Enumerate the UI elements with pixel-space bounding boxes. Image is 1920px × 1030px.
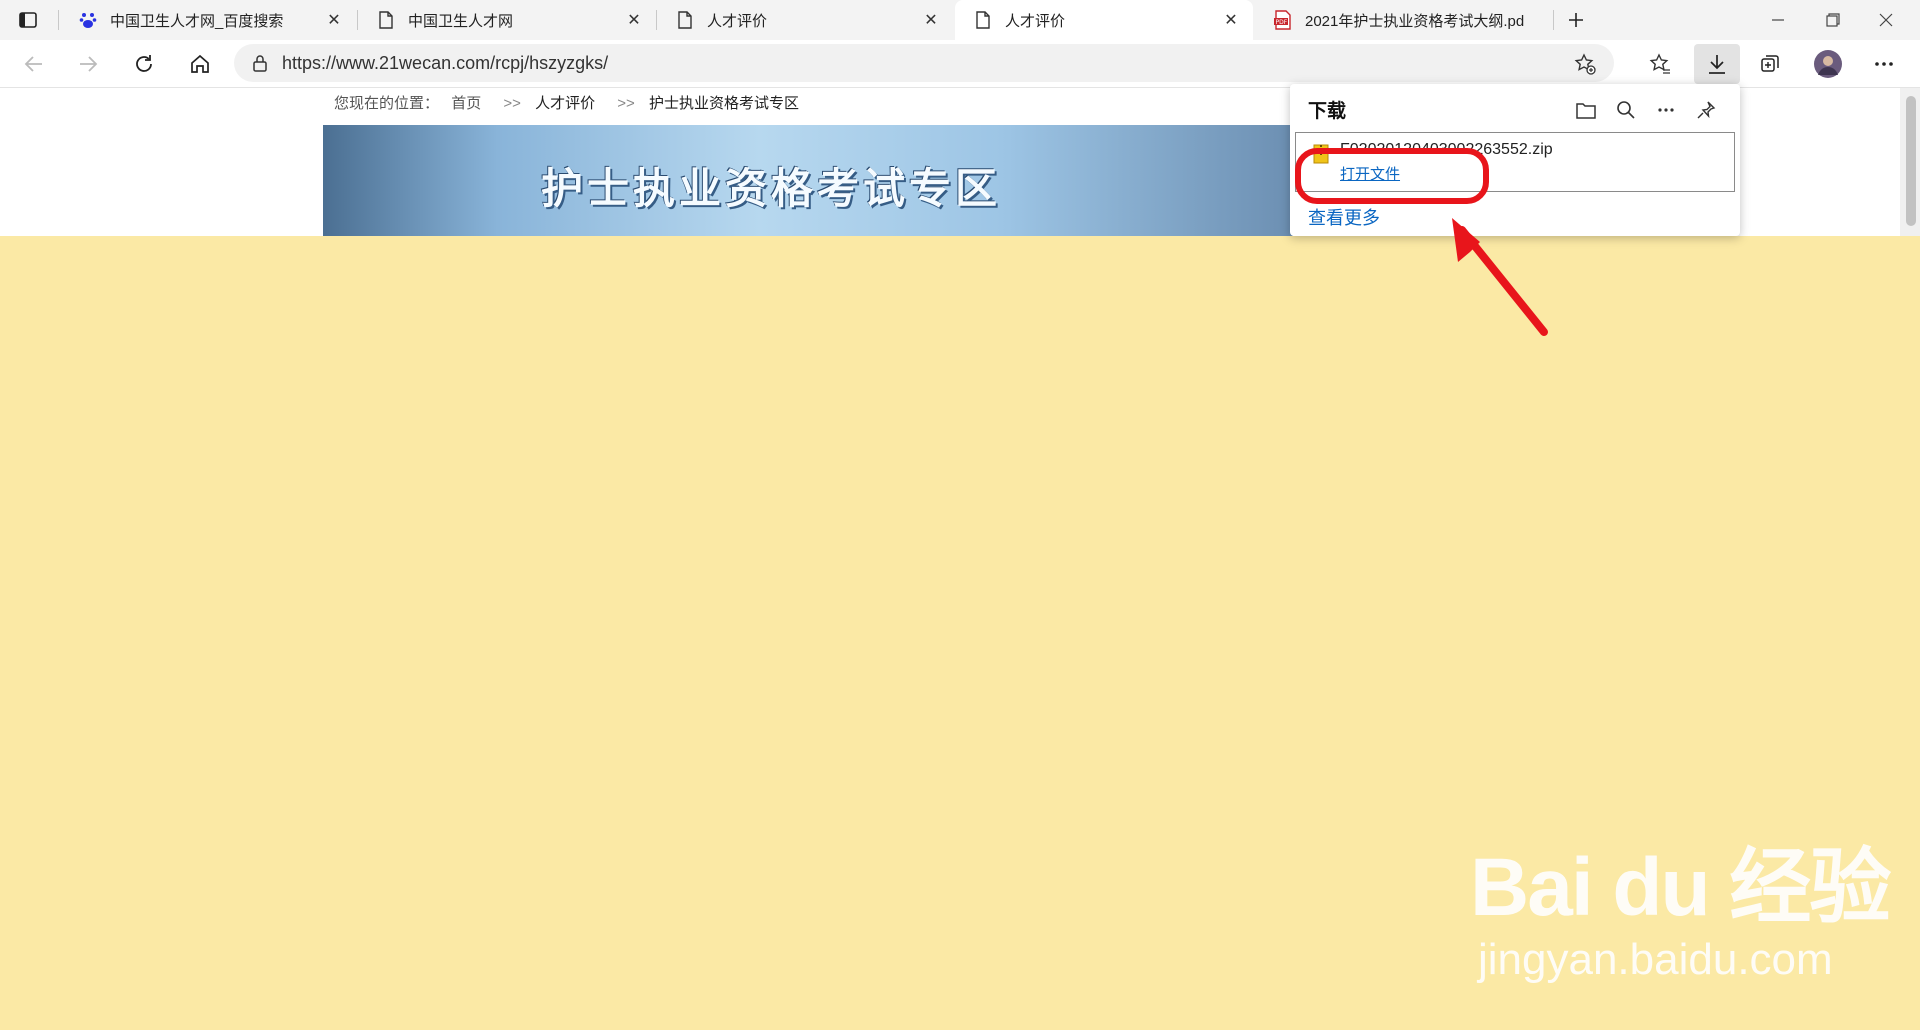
pin-icon[interactable] xyxy=(1692,96,1720,124)
banner-image: 护士执业资格考试专区 xyxy=(323,125,1293,236)
breadcrumb-prefix: 您现在的位置： xyxy=(334,95,440,112)
tab-actions-icon[interactable] xyxy=(10,2,46,38)
more-options-icon[interactable] xyxy=(1652,96,1680,124)
pdf-icon: PDF xyxy=(1273,10,1293,30)
new-tab-button[interactable] xyxy=(1558,2,1594,38)
page-icon xyxy=(973,10,993,30)
lock-icon[interactable] xyxy=(252,54,268,72)
url-text: https://www.21wecan.com/rcpj/hszyzgks/ xyxy=(282,52,609,73)
breadcrumb-separator: >> xyxy=(617,95,635,112)
scrollbar-thumb[interactable] xyxy=(1906,96,1916,226)
close-icon[interactable]: ✕ xyxy=(1221,10,1241,30)
watermark-url: jingyan.baidu.com xyxy=(1478,935,1833,984)
tab-title: 中国卫生人才网_百度搜索 xyxy=(110,12,284,30)
address-bar[interactable]: https://www.21wecan.com/rcpj/hszyzgks/ xyxy=(234,44,1614,82)
breadcrumb-home[interactable]: 首页 xyxy=(451,95,481,112)
tab-title: 2021年护士执业资格考试大纲.pd xyxy=(1305,12,1525,30)
minimize-button[interactable] xyxy=(1760,2,1796,38)
favorites-button[interactable] xyxy=(1642,46,1678,82)
refresh-button[interactable] xyxy=(126,46,162,82)
avatar[interactable] xyxy=(1810,46,1846,82)
folder-icon[interactable] xyxy=(1572,96,1600,124)
banner-title: 护士执业资格考试专区 xyxy=(541,164,1002,213)
more-menu-icon[interactable] xyxy=(1866,46,1902,82)
tab-title: 人才评价 xyxy=(707,12,768,30)
breadcrumb-current: 护士执业资格考试专区 xyxy=(648,95,799,112)
navigation-bar: https://www.21wecan.com/rcpj/hszyzgks/ xyxy=(0,40,1920,88)
back-button[interactable] xyxy=(16,46,52,82)
tab-title: 人才评价 xyxy=(1005,12,1066,30)
add-favorite-icon[interactable] xyxy=(1574,53,1596,75)
page-icon xyxy=(376,10,396,30)
breadcrumb: 您现在的位置： 首页 >> 人才评价 >> 护士执业资格考试专区 xyxy=(334,92,807,113)
page-scrollbar[interactable] xyxy=(1900,88,1920,236)
pointer-arrow xyxy=(1452,218,1548,336)
breadcrumb-talent-eval[interactable]: 人才评价 xyxy=(535,95,595,112)
svg-text:PDF: PDF xyxy=(1276,19,1288,26)
close-icon[interactable]: ✕ xyxy=(324,10,344,30)
baidu-paw-icon xyxy=(78,10,98,30)
search-icon[interactable] xyxy=(1612,96,1640,124)
downloads-button[interactable] xyxy=(1694,44,1740,84)
tab-strip: 中国卫生人才网_百度搜索 ✕ 中国卫生人才网 ✕ 人才评价 ✕ 人才评价 ✕ P… xyxy=(0,0,1920,40)
see-more-link[interactable]: 查看更多 xyxy=(1308,204,1380,230)
close-window-button[interactable] xyxy=(1868,2,1904,38)
close-icon[interactable]: ✕ xyxy=(921,10,941,30)
tab-talent-eval-1[interactable]: 人才评价 ✕ xyxy=(657,0,953,40)
page-icon xyxy=(675,10,695,30)
tab-talent-eval-active[interactable]: 人才评价 ✕ xyxy=(955,0,1253,40)
breadcrumb-separator: >> xyxy=(503,95,521,112)
tab-title: 中国卫生人才网 xyxy=(408,12,514,30)
restore-button[interactable] xyxy=(1815,2,1851,38)
downloads-title: 下载 xyxy=(1308,101,1347,122)
highlight-circle xyxy=(1295,148,1489,204)
forward-button[interactable] xyxy=(70,46,106,82)
tab-pdf[interactable]: PDF 2021年护士执业资格考试大纲.pd xyxy=(1255,0,1551,40)
close-icon[interactable]: ✕ xyxy=(624,10,644,30)
collections-button[interactable] xyxy=(1752,46,1788,82)
tab-baidu-search[interactable]: 中国卫生人才网_百度搜索 ✕ xyxy=(60,0,356,40)
tab-wecan[interactable]: 中国卫生人才网 ✕ xyxy=(358,0,656,40)
watermark-brand: Bai du 经验 xyxy=(1470,842,1891,933)
home-button[interactable] xyxy=(182,46,218,82)
